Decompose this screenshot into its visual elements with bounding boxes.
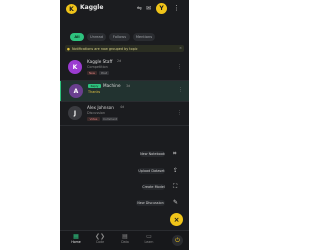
notification-note: Thanks [88,90,101,94]
notification-subtitle: Discussion [87,111,106,115]
nav-data[interactable]: ▤ Data [116,233,134,244]
model-icon[interactable]: ⛶ [173,183,177,190]
app-title: Kaggle [80,4,104,11]
chip-unread[interactable]: Unread [87,33,106,41]
nav-home[interactable]: ▦ Home [67,233,85,244]
learn-icon: ▭ [146,233,152,240]
notification-title: Kaggle Staff [87,59,113,64]
app-screen: K Kaggle ⇋ ✉ Y ⋮ All Unread Follows Ment… [60,0,189,250]
chip-all[interactable]: All [70,33,84,41]
notification-tag: Reply [88,84,101,88]
nav-label: Learn [144,240,154,244]
discussion-icon[interactable]: ✎ [173,199,178,206]
more-options-icon[interactable]: ⋮ [177,110,182,116]
bottom-navigation: ▦ Home ❮❯ Code ▤ Data ▭ Learn ⏻ [60,230,189,250]
nav-label: Home [71,240,81,244]
account-avatar[interactable]: Y [156,3,167,14]
mail-icon[interactable]: ✉ [146,5,151,12]
notification-tag: Comment [102,117,118,121]
filter-chips: All Unread Follows Mentions [60,33,189,43]
fab-menu-label[interactable]: New Notebook [140,151,165,157]
home-icon: ▦ [73,233,79,240]
translate-icon[interactable]: ⇋ [137,5,142,12]
notification-tag: Post [99,71,109,75]
notification-time: 2d [117,59,122,63]
fab-menu-label[interactable]: Create Model [142,184,165,190]
nav-label: Code [95,240,105,244]
notification-title: Machine [103,83,121,88]
fab-menu-label[interactable]: New Discussion [136,200,165,206]
avatar: K [68,60,82,74]
data-icon: ▤ [122,233,128,240]
upload-icon[interactable]: ⇪ [173,167,178,174]
info-banner-text: Notifications are now grouped by topic [71,46,138,51]
notification-card[interactable]: K Kaggle Staff 2d Competition New Post ⋮ [60,56,189,79]
top-bar: K Kaggle ⇋ ✉ Y ⋮ [60,0,189,18]
more-options-icon[interactable]: ⋮ [177,64,182,70]
fab-close-button[interactable]: × [170,213,183,226]
menu-icon[interactable]: ⋮ [173,4,180,12]
info-icon: ● [67,46,70,51]
notification-tag: New [87,71,97,75]
notification-card[interactable]: J Alex Johnson 4d Discussion Votes Comme… [60,102,189,124]
notification-time: 4d [120,105,125,109]
notification-subtitle: Competition [87,65,108,69]
avatar: A [69,84,83,98]
nav-learn[interactable]: ▭ Learn [140,233,158,244]
close-icon[interactable]: × [179,46,182,50]
chip-mentions[interactable]: Mentions [133,33,155,41]
nav-label: Data [121,240,129,244]
notification-title: Alex Johnson [87,105,114,110]
notebook-icon[interactable]: ⌗ [173,150,176,157]
kaggle-logo[interactable]: K [66,4,77,14]
divider [60,125,189,126]
notification-time: 3d [126,84,131,88]
fab-menu-label[interactable]: Upload Dataset [138,168,165,174]
chip-follows[interactable]: Follows [109,33,130,41]
profile-icon[interactable]: ⏻ [172,235,183,246]
notification-card-highlighted[interactable]: A Reply Machine 3d Thanks ⋮ [60,81,189,101]
avatar: J [68,106,82,120]
more-options-icon[interactable]: ⋮ [178,87,183,93]
info-banner: ● Notifications are now grouped by topic… [65,45,184,52]
code-icon: ❮❯ [94,233,106,240]
nav-code[interactable]: ❮❯ Code [91,233,109,244]
notification-tag: Votes [87,117,100,121]
